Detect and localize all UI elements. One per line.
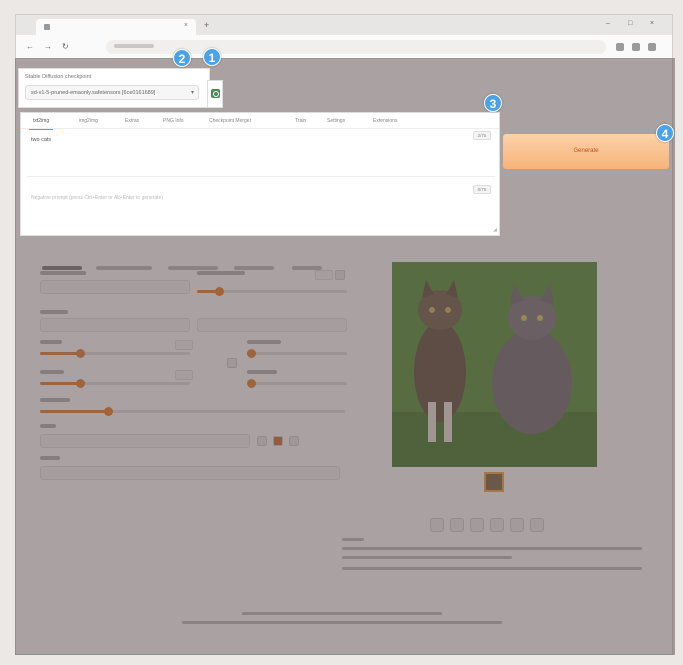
positive-token-counter: 2/75: [473, 131, 491, 140]
resize-handle-icon[interactable]: ◢: [493, 227, 497, 233]
badge-4: 4: [656, 124, 674, 142]
close-icon[interactable]: ×: [184, 22, 188, 29]
reload-icon[interactable]: ↻: [62, 42, 69, 51]
tab-png-info[interactable]: PNG Info: [163, 118, 184, 124]
back-icon[interactable]: ←: [26, 42, 34, 51]
window-close-icon[interactable]: ×: [650, 20, 654, 27]
checkpoint-select[interactable]: sd-v1-5-pruned-emaonly.safetensors [6ce0…: [25, 85, 199, 100]
tab-txt2img[interactable]: txt2img: [28, 118, 54, 130]
refresh-panel: [207, 80, 223, 108]
menu-icon[interactable]: [648, 43, 656, 51]
main-tabs: txt2img img2img Extras PNG Info Checkpoi…: [21, 113, 499, 130]
extension-icon[interactable]: [616, 43, 624, 51]
checkpoint-label: Stable Diffusion checkpoint: [25, 74, 92, 80]
positive-prompt-input[interactable]: two cats 2/75: [27, 131, 495, 177]
new-tab-icon[interactable]: +: [204, 20, 209, 30]
checkpoint-value: sd-v1-5-pruned-emaonly.safetensors [6ce0…: [31, 90, 156, 96]
negative-token-counter: 0/75: [473, 185, 491, 194]
forward-icon[interactable]: →: [44, 42, 52, 51]
positive-prompt-text: two cats: [31, 137, 52, 143]
browser-toolbar: ← → ↻: [16, 35, 672, 59]
refresh-icon[interactable]: [211, 89, 220, 98]
badge-3: 3: [484, 94, 502, 112]
tab-bar: × + – □ ×: [16, 15, 672, 35]
chevron-down-icon: ▾: [190, 90, 194, 96]
tab-extras[interactable]: Extras: [125, 118, 139, 124]
tab-checkpoint-merger[interactable]: Checkpoint Merger: [209, 118, 251, 124]
maximize-icon[interactable]: □: [628, 20, 632, 27]
negative-prompt-input[interactable]: Negative prompt (press Ctrl+Enter or Alt…: [27, 185, 495, 227]
prompt-panel: txt2img img2img Extras PNG Info Checkpoi…: [20, 112, 500, 236]
tab-extensions[interactable]: Extensions: [373, 118, 397, 124]
badge-1: 1: [203, 48, 221, 66]
profile-icon[interactable]: [632, 43, 640, 51]
tab-img2img[interactable]: img2img: [79, 118, 98, 124]
tab-favicon-icon: [44, 24, 50, 30]
generate-button[interactable]: Generate: [503, 134, 669, 169]
browser-tab[interactable]: ×: [36, 19, 196, 35]
tab-settings[interactable]: Settings: [327, 118, 345, 124]
negative-prompt-placeholder: Negative prompt (press Ctrl+Enter or Alt…: [31, 195, 164, 201]
minimize-icon[interactable]: –: [606, 20, 610, 27]
checkpoint-panel: Stable Diffusion checkpoint sd-v1-5-prun…: [18, 68, 210, 108]
tab-train[interactable]: Train: [295, 118, 306, 124]
badge-2: 2: [173, 49, 191, 67]
